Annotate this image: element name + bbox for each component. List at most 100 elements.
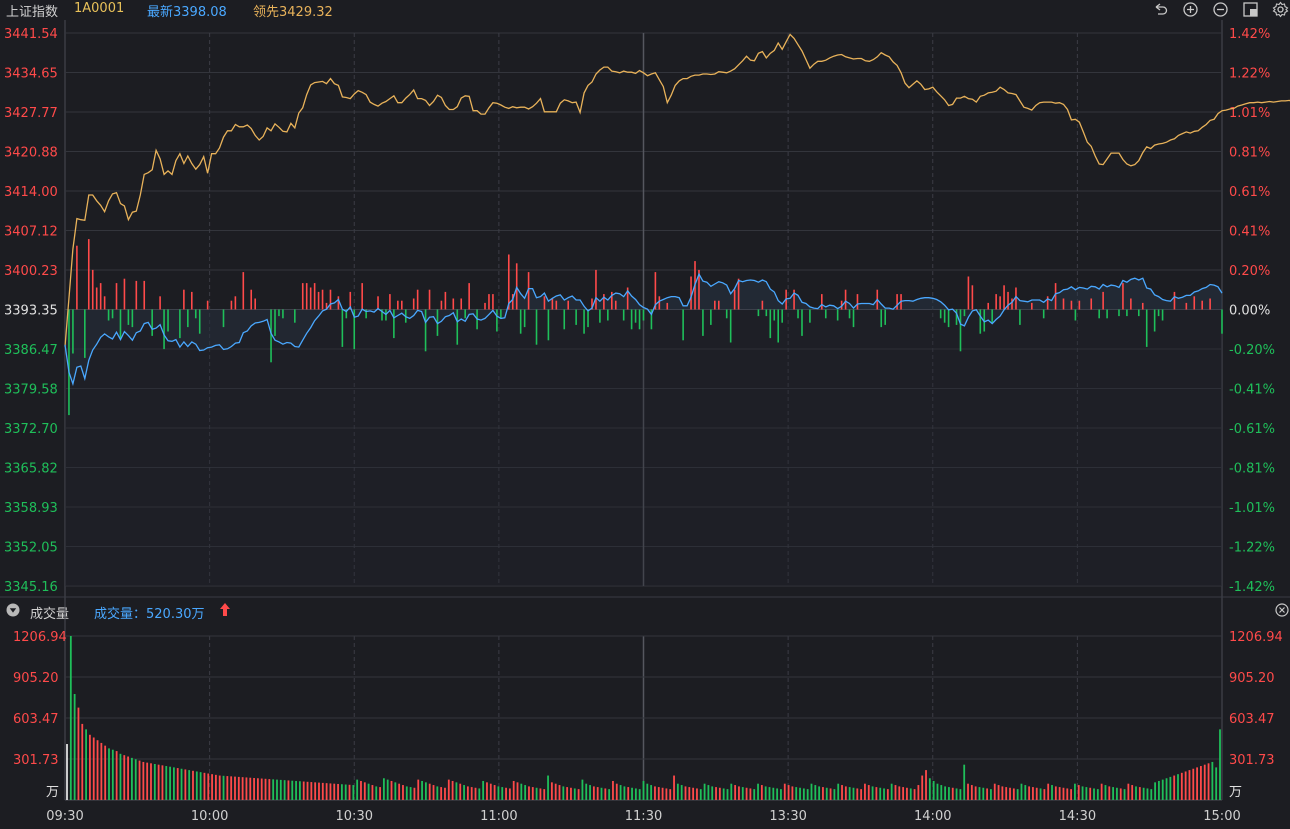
tick-change-bar: [159, 296, 161, 310]
volume-bar: [409, 787, 412, 800]
y-tick-label-left: 3358.93: [4, 501, 58, 516]
volume-bar: [879, 787, 882, 800]
volume-bar: [638, 789, 641, 800]
tick-change-bar: [428, 289, 431, 310]
volume-bar: [1005, 787, 1008, 800]
tick-change-bar: [206, 300, 209, 310]
volume-bar: [1054, 786, 1057, 800]
volume-bar: [703, 783, 706, 800]
volume-bar: [161, 765, 164, 800]
volume-bar: [1043, 789, 1046, 800]
x-tick-label: 09:30: [46, 809, 83, 824]
tick-change-bar: [341, 309, 344, 347]
volume-bar: [428, 783, 431, 800]
tick-change-bar: [1074, 309, 1077, 321]
volume-bar: [680, 785, 683, 800]
tick-change-bar: [1007, 291, 1009, 310]
volume-bar: [684, 786, 687, 800]
volume-tick-left: 301.73: [13, 753, 59, 768]
intraday-chart[interactable]: 3441.54 1.42%3434.65 1.22%3427.77 1.01%3420…: [0, 0, 1290, 829]
tick-change-bar: [1019, 309, 1021, 325]
tick-change-bar: [967, 276, 970, 310]
volume-bar: [348, 784, 351, 800]
volume-bar: [1142, 787, 1145, 800]
tick-change-bar: [607, 309, 609, 321]
tick-change-bar: [270, 309, 272, 363]
volume-bar: [146, 762, 149, 800]
y-tick-label-right: 0.20%: [1229, 264, 1270, 279]
volume-bar: [478, 788, 481, 800]
tick-change-bar: [959, 309, 962, 352]
volume-bar: [1032, 787, 1034, 800]
volume-bar: [77, 707, 80, 800]
tick-change-bar: [714, 300, 716, 310]
volume-bar: [959, 789, 962, 800]
volume-bar: [722, 788, 725, 800]
tick-change-bar: [880, 309, 883, 328]
volume-bar: [134, 759, 137, 800]
volume-bar: [825, 787, 828, 800]
volume-bar: [256, 778, 259, 800]
volume-bar: [856, 788, 859, 800]
y-tick-label-right: -0.61%: [1229, 422, 1275, 437]
tick-change-bar: [400, 300, 403, 310]
tick-change-bar: [294, 309, 296, 323]
volume-bar: [451, 780, 454, 800]
y-tick-label-left: 3393.35: [4, 304, 58, 319]
volume-bar: [89, 734, 91, 800]
volume-bar: [104, 745, 107, 800]
volume-bar: [203, 772, 206, 800]
volume-bar: [237, 776, 240, 800]
volume-bar: [108, 748, 110, 800]
volume-bar: [562, 786, 565, 800]
volume-bar: [848, 787, 851, 800]
tick-change-bar: [971, 285, 974, 310]
tick-change-bar: [1042, 309, 1045, 319]
volume-bar: [69, 635, 72, 800]
tick-change-bar: [991, 309, 993, 323]
volume-bar: [898, 786, 901, 800]
volume-bar: [260, 778, 263, 800]
volume-bar: [909, 788, 912, 800]
volume-bar: [1184, 771, 1187, 800]
tick-change-bar: [1221, 309, 1223, 334]
volume-tick-right: 905.20: [1229, 671, 1275, 686]
y-tick-label-right: -1.01%: [1229, 501, 1275, 516]
tick-change-bar: [230, 300, 233, 310]
volume-bar: [421, 780, 423, 800]
tick-change-bar: [1054, 283, 1057, 310]
volume-bar: [386, 779, 389, 800]
volume-bar: [1119, 788, 1122, 800]
volume-tick-right: 1206.94: [1229, 630, 1283, 645]
volume-bar: [936, 783, 939, 800]
tick-change-bar: [313, 283, 316, 310]
volume-bar: [501, 787, 504, 800]
volume-bar: [466, 786, 469, 800]
tick-change-bar: [773, 309, 776, 321]
volume-tick-right: 301.73: [1229, 753, 1275, 768]
volume-bar: [646, 783, 649, 800]
tick-change-bar: [896, 294, 898, 310]
tick-change-bar: [1126, 309, 1128, 317]
volume-bar: [921, 775, 924, 800]
volume-bar: [608, 789, 611, 800]
tick-change-bar: [595, 269, 597, 310]
volume-bar: [230, 776, 233, 800]
volume-bar: [142, 761, 145, 800]
volume-bar: [841, 785, 843, 800]
volume-bar: [657, 787, 660, 800]
volume-bar: [188, 770, 191, 800]
volume-bar: [497, 786, 500, 800]
tick-change-bar: [1090, 298, 1093, 310]
tick-change-bar: [947, 309, 950, 328]
tick-change-bar: [1003, 285, 1005, 310]
volume-bar: [768, 787, 771, 800]
tick-change-bar: [111, 309, 114, 319]
tick-change-bar: [1070, 300, 1073, 310]
tick-change-bar: [412, 298, 415, 310]
volume-bar: [867, 785, 870, 800]
tick-change-bar: [278, 309, 280, 317]
tick-change-bar: [389, 294, 391, 310]
volume-bar: [382, 778, 385, 800]
volume-bar: [550, 782, 553, 800]
